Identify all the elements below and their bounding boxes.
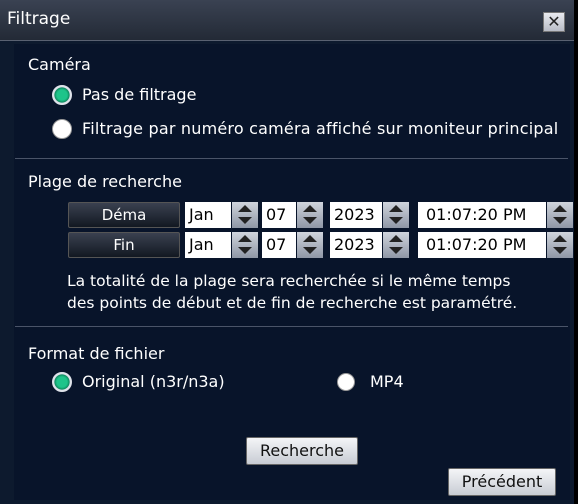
start-year-field[interactable]: 2023	[330, 202, 382, 228]
radio-mp4-format-label: MP4	[370, 372, 404, 391]
start-time-field[interactable]: 01:07:20 PM	[418, 202, 546, 228]
start-day-spinner[interactable]	[297, 202, 323, 228]
format-heading: Format de fichier	[28, 344, 165, 363]
camera-heading: Caméra	[28, 55, 91, 74]
end-time-field[interactable]: 01:07:20 PM	[418, 232, 546, 258]
end-day-field[interactable]: 07	[262, 232, 296, 258]
radio-original-format[interactable]	[52, 372, 72, 392]
divider	[15, 158, 568, 159]
end-button[interactable]: Fin	[68, 232, 180, 258]
range-note-line2: des points de début et de fin de recherc…	[67, 294, 518, 312]
range-heading: Plage de recherche	[28, 172, 182, 191]
close-icon[interactable]: ✕	[543, 12, 565, 32]
end-month-field[interactable]: Jan	[185, 232, 231, 258]
start-time-spinner[interactable]	[547, 202, 573, 228]
start-button[interactable]: Déma	[68, 202, 180, 228]
radio-mp4-format[interactable]	[337, 373, 355, 391]
dialog-title: Filtrage	[7, 9, 71, 29]
start-month-spinner[interactable]	[232, 202, 258, 228]
end-day-spinner[interactable]	[297, 232, 323, 258]
start-month-field[interactable]: Jan	[185, 202, 231, 228]
search-button[interactable]: Recherche	[246, 437, 358, 465]
end-month-spinner[interactable]	[232, 232, 258, 258]
radio-original-format-label: Original (n3r/n3a)	[82, 372, 225, 391]
end-year-spinner[interactable]	[383, 232, 409, 258]
radio-no-filter-label: Pas de filtrage	[82, 85, 197, 104]
previous-button[interactable]: Précédent	[448, 468, 556, 496]
end-time-spinner[interactable]	[547, 232, 573, 258]
radio-no-filter[interactable]	[52, 85, 72, 105]
end-year-field[interactable]: 2023	[330, 232, 382, 258]
range-note-line1: La totalité de la plage sera recherchée …	[67, 272, 511, 290]
divider	[15, 326, 568, 327]
filter-dialog: Filtrage ✕ Caméra Pas de filtrage Filtra…	[0, 0, 578, 504]
start-day-field[interactable]: 07	[262, 202, 296, 228]
radio-filter-by-camera[interactable]	[52, 119, 72, 139]
start-year-spinner[interactable]	[383, 202, 409, 228]
title-bar: Filtrage ✕	[0, 0, 574, 41]
radio-filter-by-camera-label: Filtrage par numéro caméra affiché sur m…	[82, 119, 559, 138]
